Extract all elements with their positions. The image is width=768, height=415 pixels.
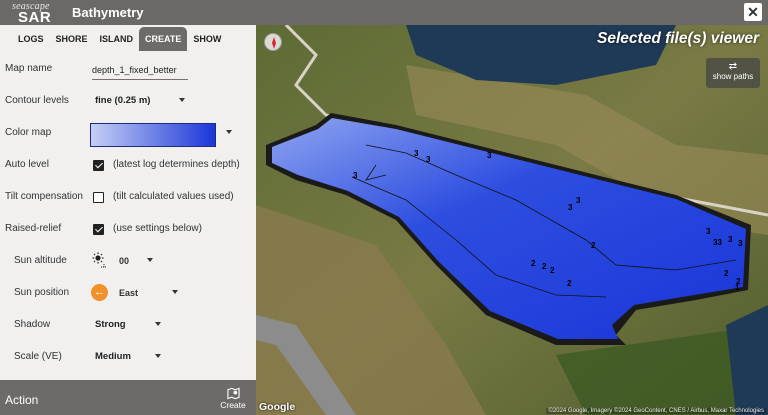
- contour-label: 2: [591, 241, 596, 250]
- contour-label: 3: [568, 203, 573, 212]
- chevron-down-icon[interactable]: [155, 354, 161, 358]
- action-bar: Action Create: [0, 380, 256, 415]
- map-attribution[interactable]: ©2024 Google, Imagery ©2024 GeoContent, …: [546, 408, 766, 414]
- tab-show[interactable]: SHOW: [187, 27, 227, 51]
- create-label: Create: [220, 400, 246, 410]
- auto-level-row: Auto level (latest log determines depth): [0, 152, 256, 180]
- contour-label: 2: [724, 269, 729, 278]
- chevron-down-icon[interactable]: [147, 258, 153, 262]
- sun-altitude-icon: [92, 252, 107, 268]
- scale-label: Scale (VE): [14, 351, 62, 362]
- contour-label: 2: [567, 279, 572, 288]
- tilt-compensation-row: Tilt compensation (tilt calculated value…: [0, 184, 256, 212]
- sun-position-label: Sun position: [14, 287, 70, 298]
- chevron-down-icon[interactable]: [172, 290, 178, 294]
- map-name-row: Map name depth_1_fixed_better: [0, 56, 256, 84]
- sun-altitude-row: Sun altitude 00: [0, 248, 256, 276]
- contour-label: 3: [728, 235, 733, 244]
- contour-label: 2: [542, 262, 547, 271]
- contour-label: 3: [738, 239, 743, 248]
- color-map-row: Color map: [0, 120, 256, 148]
- map-pin-icon: [226, 387, 240, 400]
- arrow-left-icon: ←: [91, 284, 108, 301]
- show-paths-button[interactable]: ⇄ show paths: [706, 58, 760, 88]
- sun-position-row: Sun position ← East: [0, 280, 256, 308]
- tilt-compensation-checkbox[interactable]: [93, 192, 104, 203]
- map-name-input[interactable]: depth_1_fixed_better: [92, 60, 188, 80]
- app-logo: seascape SAR: [10, 1, 62, 26]
- create-button[interactable]: Create: [219, 387, 247, 413]
- sun-altitude-label: Sun altitude: [14, 255, 67, 266]
- tab-create[interactable]: CREATE: [139, 27, 188, 51]
- chevron-down-icon[interactable]: [155, 322, 161, 326]
- contour-label: 3: [414, 149, 419, 158]
- shadow-row: Shadow Strong: [0, 312, 256, 340]
- tab-shore[interactable]: SHORE: [50, 27, 94, 51]
- scale-select[interactable]: Medium: [95, 351, 131, 362]
- map-name-label: Map name: [5, 63, 53, 74]
- auto-level-note: (latest log determines depth): [113, 159, 240, 170]
- auto-level-label: Auto level: [5, 159, 49, 170]
- raised-relief-checkbox[interactable]: [93, 224, 104, 235]
- tab-bar: LOGS SHORE ISLAND CREATE SHOW: [0, 25, 256, 52]
- tilt-compensation-note: (tilt calculated values used): [113, 191, 234, 202]
- map-viewer[interactable]: 3 3 3 3 3 3 3 33 3 3 2 2 2 2 2 2 2 1 Sel…: [256, 25, 768, 415]
- contour-levels-label: Contour levels: [5, 95, 69, 106]
- sun-altitude-select[interactable]: 00: [119, 256, 129, 266]
- logo-line2: SAR: [18, 9, 52, 26]
- action-label: Action: [5, 393, 39, 407]
- contour-label: 3: [487, 151, 492, 160]
- color-map-swatch[interactable]: [90, 123, 216, 147]
- app-title: Bathymetry: [72, 5, 144, 20]
- shadow-select[interactable]: Strong: [95, 319, 126, 330]
- chevron-down-icon[interactable]: [179, 98, 185, 102]
- raised-relief-label: Raised-relief: [5, 223, 62, 234]
- swap-arrows-icon: ⇄: [728, 61, 738, 72]
- contour-label: 3: [576, 196, 581, 205]
- raised-relief-note: (use settings below): [113, 223, 202, 234]
- settings-panel: LOGS SHORE ISLAND CREATE SHOW Map name d…: [0, 25, 256, 415]
- sun-position-select[interactable]: East: [119, 288, 138, 298]
- auto-level-checkbox[interactable]: [93, 160, 104, 171]
- contour-label: 3: [353, 171, 358, 180]
- compass-icon[interactable]: [264, 33, 282, 51]
- google-logo: Google: [259, 401, 296, 413]
- raised-relief-row: Raised-relief (use settings below): [0, 216, 256, 244]
- contour-label: 3: [706, 227, 711, 236]
- contour-label: 3: [426, 155, 431, 164]
- contour-label: 2: [531, 259, 536, 268]
- tilt-compensation-label: Tilt compensation: [5, 191, 83, 202]
- contour-levels-select[interactable]: fine (0.25 m): [95, 95, 150, 106]
- satellite-map: [256, 25, 768, 415]
- scale-row: Scale (VE) Medium: [0, 344, 256, 372]
- tab-island[interactable]: ISLAND: [94, 27, 140, 51]
- shadow-label: Shadow: [14, 319, 51, 330]
- color-map-label: Color map: [5, 127, 52, 138]
- contour-levels-row: Contour levels fine (0.25 m): [0, 88, 256, 116]
- title-bar: seascape SAR Bathymetry ✕: [0, 0, 768, 26]
- chevron-down-icon[interactable]: [226, 130, 232, 134]
- contour-label: 33: [713, 238, 722, 247]
- show-paths-label: show paths: [712, 72, 754, 81]
- contour-label: 2: [550, 266, 555, 275]
- contour-label: 1: [735, 283, 740, 292]
- viewer-title: Selected file(s) viewer: [597, 30, 759, 47]
- close-button[interactable]: ✕: [744, 3, 762, 21]
- tab-logs[interactable]: LOGS: [12, 27, 50, 51]
